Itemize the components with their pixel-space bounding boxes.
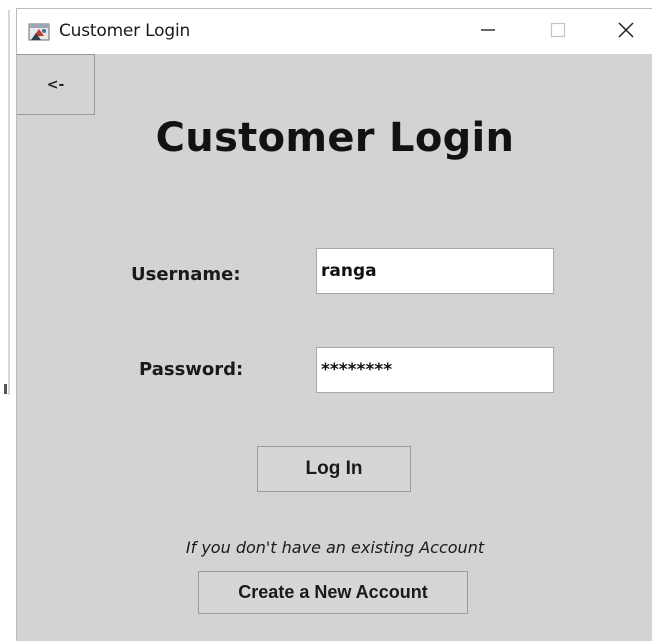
minimize-icon (480, 22, 496, 42)
login-window: Customer Login <- Customer Login Usernam… (16, 8, 652, 641)
create-account-button[interactable]: Create a New Account (198, 571, 468, 614)
username-value: ranga (321, 261, 377, 281)
java-app-icon (28, 21, 50, 43)
page-title: Customer Login (155, 115, 515, 161)
username-field[interactable]: ranga (316, 248, 554, 294)
back-button[interactable]: <- (17, 54, 95, 115)
login-button[interactable]: Log In (257, 446, 411, 492)
close-icon (617, 21, 635, 43)
password-field[interactable]: ******** (316, 347, 554, 393)
minimize-button[interactable] (459, 9, 517, 54)
background-divider (8, 10, 10, 395)
window-title: Customer Login (59, 21, 191, 41)
close-button[interactable] (601, 9, 651, 54)
maximize-button[interactable] (529, 9, 587, 54)
background-mark (4, 384, 7, 394)
password-value: ******** (321, 360, 393, 380)
no-account-hint: If you don't have an existing Account (185, 538, 485, 557)
title-bar[interactable]: Customer Login (17, 9, 652, 54)
maximize-icon (550, 22, 566, 42)
background-edge (0, 0, 16, 641)
password-label: Password: (139, 359, 244, 380)
username-label: Username: (131, 264, 241, 285)
